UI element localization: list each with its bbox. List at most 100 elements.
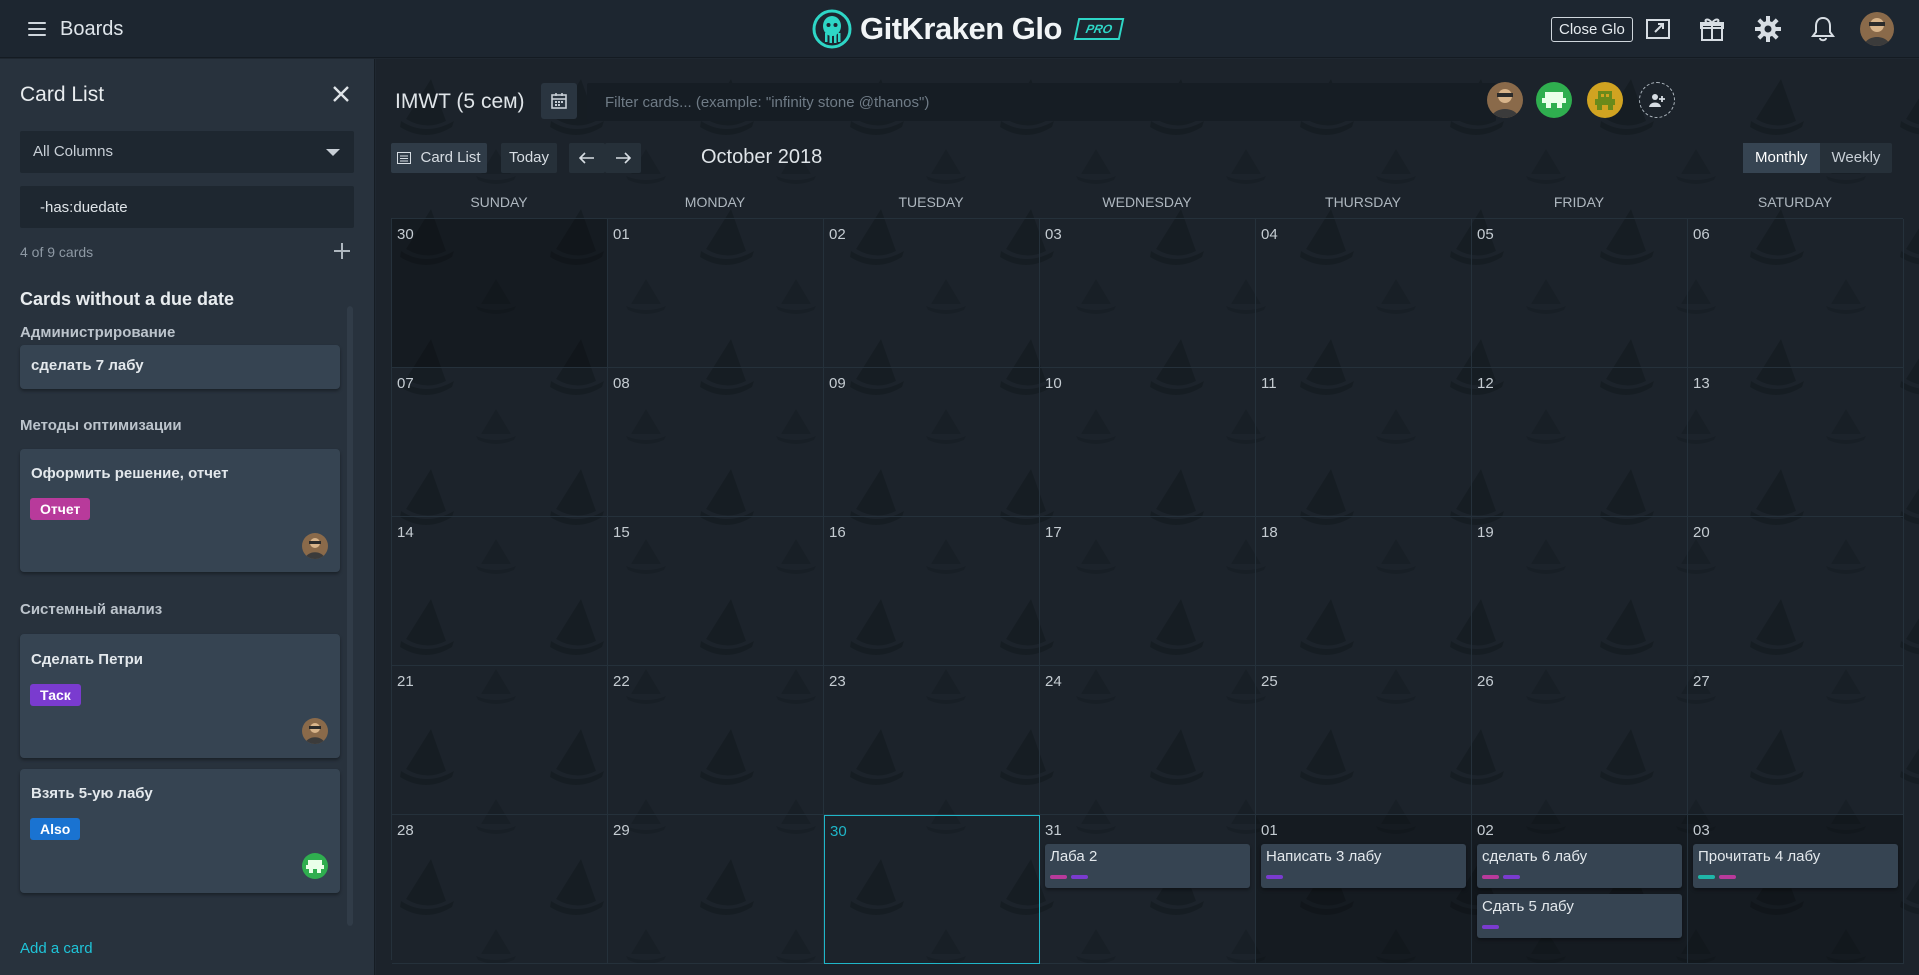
close-icon[interactable]: [330, 83, 352, 105]
day-number: 15: [613, 524, 630, 541]
event-title: Написать 3 лабу: [1266, 848, 1382, 865]
member-avatar[interactable]: [1536, 82, 1572, 118]
calendar-event[interactable]: Сдать 5 лабу: [1477, 894, 1682, 938]
calendar-event[interactable]: сделать 6 лабу: [1477, 844, 1682, 888]
day-cell[interactable]: 28: [392, 815, 608, 964]
add-card-link[interactable]: Add a card: [20, 940, 93, 957]
calendar-event[interactable]: Прочитать 4 лабу: [1693, 844, 1898, 888]
day-cell[interactable]: 07: [392, 368, 608, 517]
day-cell[interactable]: 11: [1256, 368, 1472, 517]
day-cell[interactable]: 13: [1688, 368, 1904, 517]
card-item[interactable]: Сделать Петри Таск: [20, 634, 340, 758]
day-number: 28: [397, 822, 414, 839]
day-cell[interactable]: 23: [824, 666, 1040, 815]
app-logo: GitKraken Glo PRO: [812, 8, 1125, 50]
day-cell[interactable]: 06: [1688, 219, 1904, 368]
filter-cards-input[interactable]: [587, 83, 1496, 121]
card-list-button[interactable]: Card List: [391, 143, 487, 173]
day-number: 12: [1477, 375, 1494, 392]
day-cell[interactable]: 05: [1472, 219, 1688, 368]
day-cell[interactable]: 21: [392, 666, 608, 815]
add-member-button[interactable]: [1639, 82, 1675, 118]
member-avatar[interactable]: [1487, 82, 1523, 118]
day-cell[interactable]: 22: [608, 666, 824, 815]
card-item[interactable]: Взять 5-ую лабу Also: [20, 769, 340, 893]
day-cell[interactable]: 15: [608, 517, 824, 666]
column-select-value: All Columns: [33, 143, 114, 160]
day-number: 06: [1693, 226, 1710, 243]
day-cell[interactable]: 10: [1040, 368, 1256, 517]
plus-icon[interactable]: [332, 241, 352, 261]
calendar-view: IMWT (5 сем) Card List Today October 201…: [376, 59, 1919, 975]
column-label: Системный анализ: [20, 601, 163, 618]
view-toggle: Monthly Weekly: [1743, 143, 1893, 173]
monthly-view-button[interactable]: Monthly: [1743, 143, 1820, 173]
day-cell[interactable]: 12: [1472, 368, 1688, 517]
weekday-header: THURSDAY: [1325, 194, 1401, 210]
card-item[interactable]: Оформить решение, отчет Отчет: [20, 449, 340, 572]
weekly-view-button[interactable]: Weekly: [1820, 143, 1893, 173]
chevron-down-icon: [326, 149, 340, 156]
close-glo-button[interactable]: Close Glo: [1551, 17, 1633, 42]
day-cell[interactable]: 14: [392, 517, 608, 666]
boards-button[interactable]: Boards: [28, 14, 123, 44]
avatar: [302, 718, 328, 744]
card-filter-input[interactable]: [20, 186, 354, 228]
day-number: 05: [1477, 226, 1494, 243]
event-title: Лаба 2: [1050, 848, 1098, 865]
day-cell[interactable]: 08: [608, 368, 824, 517]
day-number: 13: [1693, 375, 1710, 392]
day-cell[interactable]: 29: [608, 815, 824, 964]
day-cell[interactable]: 03: [1040, 219, 1256, 368]
card-item[interactable]: сделать 7 лабу: [20, 345, 340, 389]
day-number: 26: [1477, 673, 1494, 690]
day-cell[interactable]: 25: [1256, 666, 1472, 815]
column-select[interactable]: All Columns: [20, 131, 354, 173]
day-cell[interactable]: 24: [1040, 666, 1256, 815]
gear-icon[interactable]: [1753, 14, 1783, 44]
arrow-right-icon: [616, 152, 631, 164]
day-cell[interactable]: 19: [1472, 517, 1688, 666]
calendar-event[interactable]: Лаба 2: [1045, 844, 1250, 888]
card-title: Оформить решение, отчет: [31, 465, 229, 482]
day-cell[interactable]: 02: [824, 219, 1040, 368]
external-link-icon[interactable]: [1643, 14, 1673, 44]
next-month-button[interactable]: [605, 143, 641, 173]
gift-icon[interactable]: [1697, 14, 1727, 44]
day-cell[interactable]: 20: [1688, 517, 1904, 666]
day-cell[interactable]: 18: [1256, 517, 1472, 666]
panel-scrollbar[interactable]: [347, 306, 353, 926]
day-cell[interactable]: 17: [1040, 517, 1256, 666]
bell-icon[interactable]: [1808, 14, 1838, 44]
day-cell[interactable]: 27: [1688, 666, 1904, 815]
day-cell[interactable]: 26: [1472, 666, 1688, 815]
day-cell[interactable]: 01: [608, 219, 824, 368]
day-cell[interactable]: 02 сделать 6 лабу Сдать 5 лабу: [1472, 815, 1688, 964]
user-avatar[interactable]: [1860, 12, 1894, 46]
calendar-button[interactable]: [541, 83, 577, 119]
event-title: Сдать 5 лабу: [1482, 898, 1574, 915]
event-labels: [1266, 875, 1283, 879]
day-cell[interactable]: 04: [1256, 219, 1472, 368]
member-avatar[interactable]: [1587, 82, 1623, 118]
day-cell[interactable]: 16: [824, 517, 1040, 666]
calendar-event[interactable]: Написать 3 лабу: [1261, 844, 1466, 888]
event-labels: [1482, 925, 1499, 929]
day-cell-today[interactable]: 30: [824, 815, 1040, 964]
day-cell[interactable]: 01 Написать 3 лабу: [1256, 815, 1472, 964]
card-label: Таск: [30, 684, 81, 706]
day-number: 03: [1045, 226, 1062, 243]
calendar-icon: [551, 93, 567, 109]
day-cell[interactable]: 31 Лаба 2: [1040, 815, 1256, 964]
day-number: 18: [1261, 524, 1278, 541]
today-button[interactable]: Today: [501, 143, 557, 173]
prev-month-button[interactable]: [569, 143, 605, 173]
pro-badge: PRO: [1073, 18, 1125, 40]
day-number: 31: [1045, 822, 1062, 839]
calendar-grid: 30 01 02 03 04 05 06 07 08 09 10 11 12 1…: [391, 218, 1904, 964]
day-cell[interactable]: 30: [392, 219, 608, 368]
day-cell[interactable]: 03 Прочитать 4 лабу: [1688, 815, 1904, 964]
day-number: 02: [829, 226, 846, 243]
day-cell[interactable]: 09: [824, 368, 1040, 517]
avatar: [302, 533, 328, 559]
